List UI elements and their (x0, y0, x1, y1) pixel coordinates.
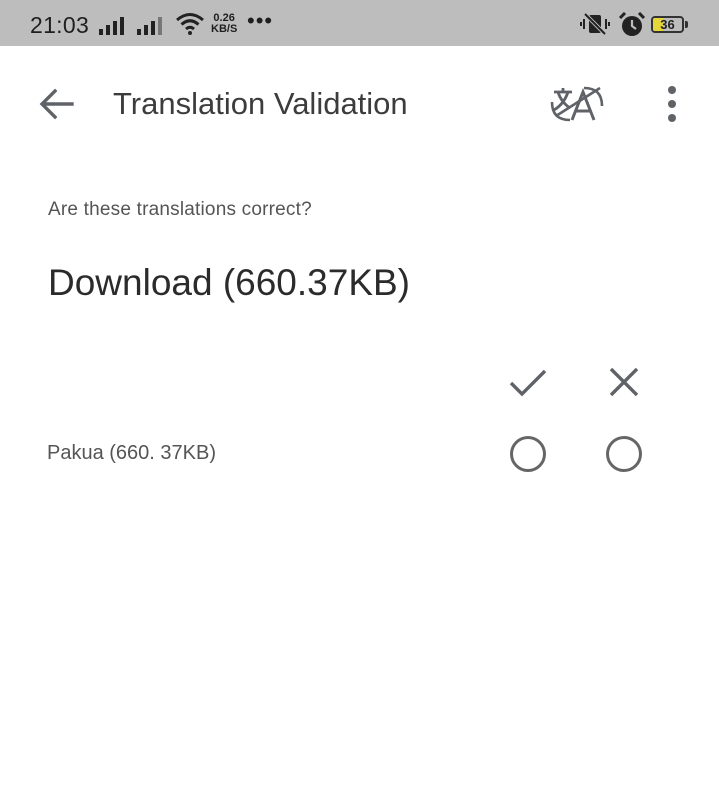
network-speed: 0.26 KB/S (211, 13, 237, 35)
signal-icon (99, 17, 124, 35)
status-bar: 21:03 0.26 KB/S ••• 36 (0, 0, 719, 46)
source-text: Download (660.37KB) (48, 262, 410, 303)
vibrate-off-icon (580, 12, 610, 36)
translation-text: Pakua (660. 37KB) (47, 442, 216, 464)
check-icon (509, 369, 547, 397)
battery-cap (685, 21, 688, 28)
alarm-icon (618, 12, 646, 36)
page-title: Translation Validation (113, 86, 408, 121)
back-arrow-icon (39, 88, 74, 120)
translation-row: Pakua (660. 37KB) (0, 424, 719, 484)
mark-correct-radio[interactable] (510, 436, 546, 472)
more-vert-icon (668, 86, 676, 122)
network-speed-unit: KB/S (211, 23, 238, 35)
more-options-button[interactable] (656, 84, 688, 124)
close-icon (609, 367, 639, 397)
mark-incorrect-radio[interactable] (606, 436, 642, 472)
translate-icon (550, 86, 604, 122)
translate-button[interactable] (550, 84, 604, 124)
more-notifications-indicator: ••• (247, 8, 274, 33)
battery-level: 36 (660, 17, 675, 32)
back-button[interactable] (36, 84, 76, 124)
status-time: 21:03 (30, 12, 90, 38)
wifi-icon (176, 13, 204, 35)
signal-icon (137, 17, 162, 35)
validation-prompt: Are these translations correct? (48, 199, 312, 220)
battery-icon: 36 (651, 16, 684, 33)
